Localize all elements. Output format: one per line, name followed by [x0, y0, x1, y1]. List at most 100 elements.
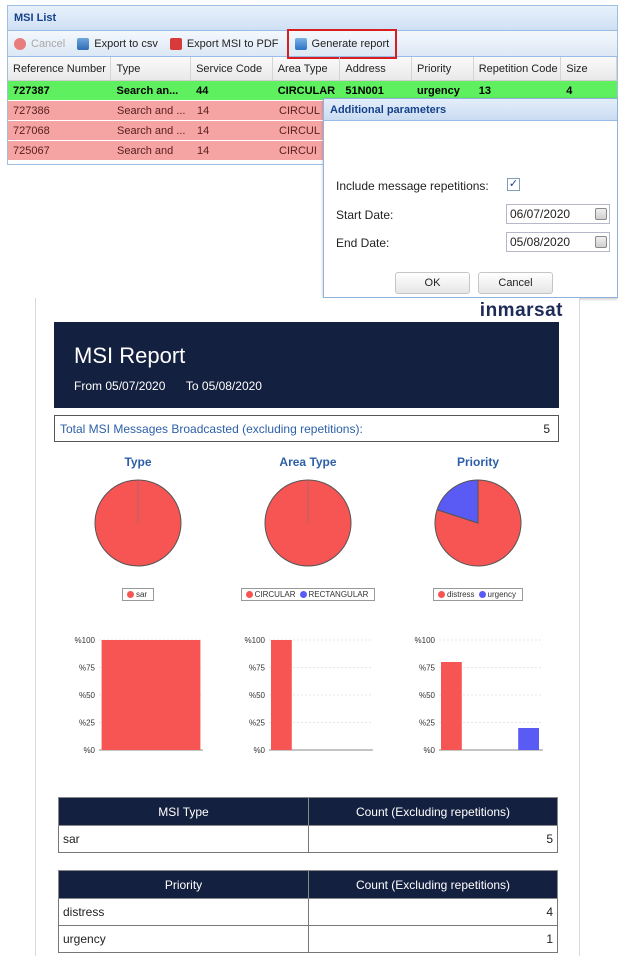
table-row: sar 5	[58, 825, 558, 853]
y-tick-label: %25	[419, 719, 436, 728]
start-date-label: Start Date:	[336, 208, 394, 222]
export-csv-button[interactable]: Export to csv	[71, 33, 164, 55]
from-date: 05/07/2020	[105, 379, 166, 393]
bar-svg: %0 %25 %50 %75 %100	[75, 636, 203, 755]
legend-label: CIRCULAR	[254, 590, 296, 599]
pie-svg	[94, 479, 182, 567]
column-header[interactable]: Priority	[412, 57, 474, 80]
cancel-label: Cancel	[31, 37, 66, 50]
report-banner: MSI Report From 05/07/2020 To 05/08/2020	[54, 322, 559, 408]
end-date-field[interactable]: 05/08/2020	[506, 232, 610, 252]
area-type-pie-chart: Area Type CIRCULAR RECTANGULAR	[233, 455, 383, 602]
y-tick-label: %75	[419, 664, 436, 673]
total-messages-value: 5	[543, 422, 550, 436]
cell-reference: 727068	[13, 125, 50, 137]
additional-parameters-dialog: Additional parameters Include message re…	[323, 98, 618, 298]
grid-header: Reference Number Type Service Code Area …	[8, 57, 617, 81]
cell-service-code: 44	[196, 85, 209, 97]
y-tick-label: %0	[83, 746, 95, 755]
column-header[interactable]: Size	[561, 57, 617, 80]
inmarsat-logo: inmarsat	[479, 300, 563, 321]
calendar-icon[interactable]	[595, 208, 607, 220]
total-messages-box: Total MSI Messages Broadcasted (excludin…	[54, 415, 559, 442]
bar	[271, 640, 292, 750]
priority-bar-chart: %0%25%50%75%100 distressurgency	[403, 628, 553, 813]
legend-swatch	[299, 591, 307, 598]
cell-type: Search and ...	[117, 105, 186, 117]
legend-swatch	[437, 591, 445, 598]
report-title: MSI Report	[74, 343, 186, 368]
generate-report-button[interactable]: Generate report	[286, 28, 398, 59]
table-header: Count (Excluding repetitions)	[308, 870, 558, 899]
legend-label: distress	[446, 590, 475, 599]
y-tick-label: %0	[253, 746, 265, 755]
export-icon	[77, 37, 90, 50]
to-label: To	[185, 379, 199, 393]
y-tick-label: %25	[249, 719, 266, 728]
cell-type: Search and ...	[117, 125, 186, 137]
export-csv-label: Export to csv	[94, 37, 158, 50]
table-cell: urgency	[58, 925, 309, 953]
total-messages-label: Total MSI Messages Broadcasted (excludin…	[60, 422, 363, 436]
y-tick-label: %100	[415, 636, 436, 645]
cell-service-code: 14	[197, 125, 210, 137]
bar-svg: %0 %25 %50 %75 %100	[415, 636, 543, 755]
cancel-button[interactable]: Cancel	[8, 33, 71, 55]
cell-type: Search an...	[116, 85, 179, 97]
y-tick-label: %50	[419, 691, 436, 700]
priority-table: Priority Count (Excluding repetitions) d…	[58, 870, 558, 953]
bar	[518, 728, 539, 750]
cell-type: Search and	[117, 145, 174, 157]
generate-report-label: Generate report	[311, 37, 390, 50]
export-pdf-button[interactable]: Export MSI to PDF	[164, 33, 285, 55]
cancel-icon	[14, 37, 26, 50]
table-cell: 5	[308, 825, 558, 853]
legend-label: sar	[135, 590, 148, 599]
start-date-field[interactable]: 06/07/2020	[506, 204, 610, 224]
table-cell: sar	[58, 825, 309, 853]
legend-label: urgency	[487, 590, 517, 599]
y-tick-label: %100	[75, 636, 96, 645]
end-date-value: 05/08/2020	[510, 235, 571, 249]
column-header[interactable]: Address	[340, 57, 413, 80]
bar	[101, 640, 201, 750]
column-header[interactable]: Repetition Code	[474, 57, 562, 80]
pie-title: Type	[124, 455, 152, 469]
column-header[interactable]: Area Type	[273, 57, 341, 80]
table-cell: 1	[308, 925, 558, 953]
y-tick-label: %50	[249, 691, 266, 700]
calendar-icon[interactable]	[595, 236, 607, 248]
pdf-icon	[169, 37, 182, 50]
pie-legend: distress urgency	[432, 588, 524, 601]
legend-swatch	[126, 591, 134, 598]
dialog-cancel-button[interactable]: Cancel	[478, 272, 553, 294]
cell-service-code: 14	[197, 145, 210, 157]
cell-reference: 727387	[13, 85, 50, 97]
pie-legend: sar	[121, 588, 155, 601]
include-repetitions-checkbox[interactable]: ✓	[507, 178, 520, 191]
priority-pie-chart: Priority distress urgency	[403, 455, 553, 602]
table-row: distress 4	[58, 898, 558, 926]
table-cell: distress	[58, 898, 309, 926]
end-date-label: End Date:	[336, 236, 390, 250]
table-header: MSI Type	[58, 797, 309, 826]
pie-title: Priority	[456, 455, 499, 469]
to-date: 05/08/2020	[201, 379, 262, 393]
table-row: urgency 1	[58, 925, 558, 953]
bar-svg: %0 %25 %50 %75 %100	[245, 636, 373, 755]
y-tick-label: %0	[423, 746, 435, 755]
column-header[interactable]: Reference Number	[8, 57, 112, 80]
report-date-range: From 05/07/2020 To 05/08/2020	[74, 379, 262, 393]
msi-report: inmarsat MSI Report From 05/07/2020 To 0…	[35, 298, 580, 956]
legend-swatch	[478, 591, 486, 598]
msi-type-table: MSI Type Count (Excluding repetitions) s…	[58, 797, 558, 853]
pie-legend: CIRCULAR RECTANGULAR	[240, 588, 376, 601]
column-header[interactable]: Service Code	[191, 57, 273, 80]
cell-reference: 725067	[13, 145, 50, 157]
cell-reference: 727386	[13, 105, 50, 117]
table-cell: 4	[308, 898, 558, 926]
column-header[interactable]: Type	[111, 57, 192, 80]
pie-svg	[264, 479, 352, 567]
ok-button[interactable]: OK	[395, 272, 470, 294]
y-tick-label: %50	[79, 691, 96, 700]
